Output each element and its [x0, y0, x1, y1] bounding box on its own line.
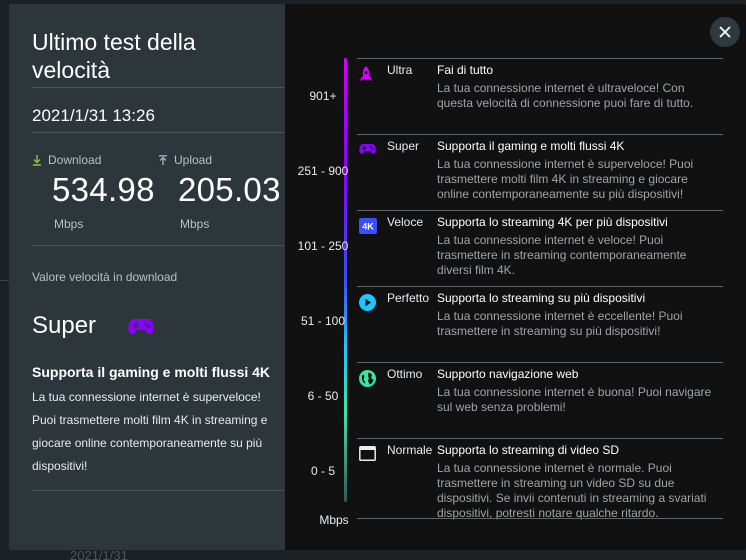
close-icon — [719, 26, 731, 38]
browser-window-icon — [359, 446, 376, 461]
tier-ottimo: Ottimo Supporto navigazione web La tua c… — [357, 362, 723, 415]
tier-name: Veloce — [387, 215, 424, 229]
tier-description: La tua connessione internet è ultraveloc… — [437, 81, 694, 110]
test-timestamp: 2021/1/31 13:26 — [32, 106, 155, 125]
tier-description: La tua connessione internet è normale. P… — [437, 461, 707, 520]
upload-value: 205.03 — [178, 171, 281, 208]
speed-scale-bar — [344, 58, 347, 502]
close-button[interactable] — [710, 17, 740, 47]
divider — [32, 490, 284, 491]
metrics-row: Download 534.98 Mbps Upload 205.03 Mbps — [32, 153, 285, 231]
upload-label: Upload — [174, 153, 213, 167]
current-level: Super — [32, 312, 285, 340]
4k-icon: 4K — [359, 218, 377, 234]
scale-label: 6 - 50 — [307, 389, 339, 403]
upload-unit: Mbps — [180, 217, 210, 231]
tier-description: La tua connessione internet è superveloc… — [437, 157, 694, 201]
tier-title: Supporta lo streaming 4K per più disposi… — [437, 215, 668, 229]
tier-veloce: 4K Veloce Supporta lo streaming 4K per p… — [357, 210, 723, 278]
download-arrow-icon — [33, 154, 41, 166]
tier-name: Normale — [387, 443, 433, 457]
tier-normale: Normale Supporta lo streaming di video S… — [357, 438, 723, 521]
gamepad-icon — [128, 319, 154, 334]
speed-test-modal: Ultimo test della velocità 2021/1/31 13:… — [9, 4, 746, 550]
download-unit: Mbps — [54, 217, 84, 231]
scale-label: 251 - 900 — [297, 164, 349, 178]
tier-super: Super Supporta il gaming e molti flussi … — [357, 134, 723, 202]
scale-label: 0 - 5 — [310, 464, 335, 478]
download-metric: Download 534.98 Mbps — [32, 153, 158, 231]
divider — [32, 87, 284, 88]
tier-title: Fai di tutto — [437, 63, 494, 77]
scale-label: 51 - 100 — [300, 314, 346, 328]
divider — [32, 132, 284, 133]
backdrop-divider — [0, 280, 9, 340]
upload-arrow-icon — [159, 154, 167, 165]
tier-ultra: Ultra Fai di tutto La tua connessione in… — [357, 58, 723, 111]
globe-icon — [359, 370, 376, 387]
tier-name: Ultra — [387, 63, 413, 77]
tier-name: Ottimo — [387, 367, 423, 381]
level-name: Super — [32, 312, 97, 339]
upload-metric: Upload 205.03 Mbps — [158, 153, 284, 231]
level-title: Supporta il gaming e molti flussi 4K — [32, 364, 271, 380]
page-title: Ultimo test della velocità — [32, 29, 196, 83]
tier-title: Supporta lo streaming di video SD — [437, 443, 620, 457]
scale-label: 101 - 250 — [297, 239, 349, 253]
4k-icon-text: 4K — [362, 222, 374, 232]
tier-description: La tua connessione internet è eccellente… — [437, 309, 683, 338]
section-label: Valore velocità in download — [32, 270, 178, 284]
download-value: 534.98 — [52, 171, 155, 208]
divider — [357, 518, 723, 519]
tier-name: Super — [387, 139, 420, 153]
tier-description: La tua connessione internet è veloce! Pu… — [437, 233, 687, 277]
tier-perfetto: Perfetto Supporta lo streaming su più di… — [357, 286, 723, 339]
level-description: La tua connessione internet è superveloc… — [32, 390, 268, 473]
rocket-icon — [360, 66, 372, 81]
tier-title: Supporta lo streaming su più dispositivi — [437, 291, 646, 305]
summary-panel: Ultimo test della velocità 2021/1/31 13:… — [9, 4, 285, 550]
download-label: Download — [48, 153, 102, 167]
divider — [32, 245, 284, 246]
tier-title: Supporto navigazione web — [437, 367, 579, 381]
tier-description: La tua connessione internet è buona! Puo… — [437, 385, 712, 414]
tier-name: Perfetto — [387, 291, 430, 305]
scale-label: 901+ — [309, 89, 337, 103]
tier-title: Supporta il gaming e molti flussi 4K — [437, 139, 625, 153]
play-icon — [359, 294, 376, 311]
speed-tiers-panel: 901+ 251 - 900 101 - 250 51 - 100 6 - 50… — [285, 4, 746, 550]
gamepad-icon — [359, 143, 376, 154]
